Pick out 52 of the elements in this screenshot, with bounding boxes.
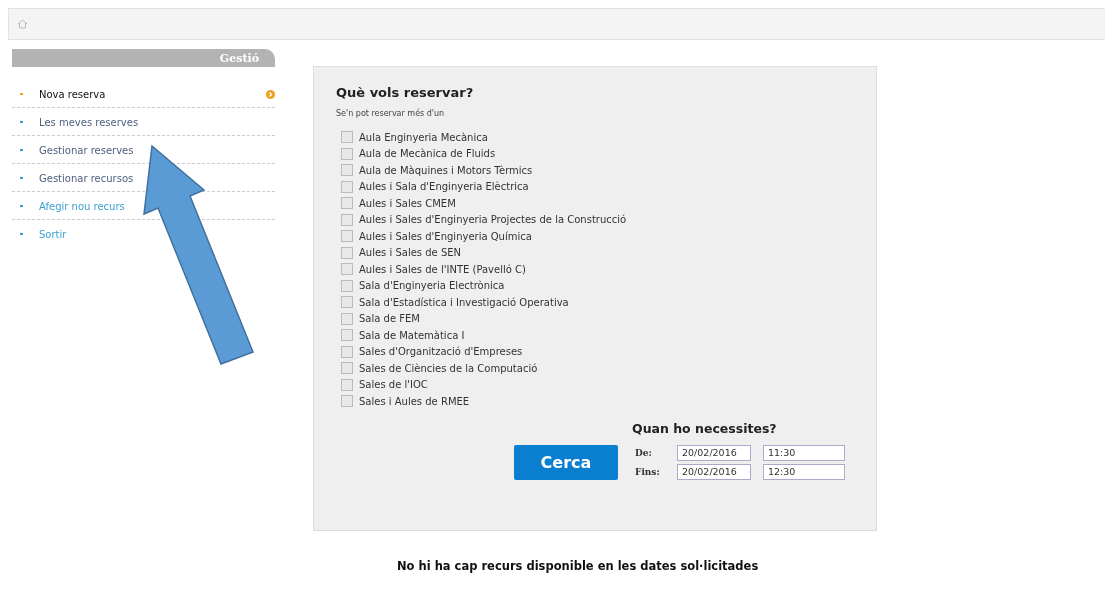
field-label: De: xyxy=(634,447,653,458)
checkbox[interactable] xyxy=(341,197,353,210)
checkbox-label: Aules i Sala d'Enginyeria Elèctrica xyxy=(359,181,529,193)
checkbox-label: Sala de FEM xyxy=(359,313,420,325)
when-title: Quan ho necessites? xyxy=(632,420,778,436)
checkbox[interactable] xyxy=(341,296,353,309)
checkbox[interactable] xyxy=(341,362,353,375)
sidebar-item[interactable]: Nova reserva xyxy=(39,88,266,100)
checkbox-label: Sales d'Organització d'Empreses xyxy=(359,346,523,358)
checkbox-label: Aules i Sales de SEN xyxy=(359,247,462,259)
checkbox[interactable] xyxy=(341,329,353,342)
checkbox-label: Aula de Màquines i Motors Tèrmics xyxy=(359,164,533,176)
checkbox[interactable] xyxy=(341,263,353,276)
checkbox[interactable] xyxy=(341,279,353,292)
search-button[interactable]: Cerca xyxy=(514,444,618,480)
checkbox[interactable] xyxy=(341,147,353,160)
checkbox-label: Aules i Sales d'Enginyeria Química xyxy=(359,230,532,242)
checkbox[interactable] xyxy=(341,345,353,358)
form-title: Què vols reservar? xyxy=(336,85,475,100)
time-field[interactable]: 12:30 xyxy=(763,463,845,480)
sidebar-item[interactable]: Gestionar reserves xyxy=(39,144,275,156)
status-message: No hi ha cap recurs disponible en les dates sol·licitades xyxy=(397,559,760,573)
checkbox-label: Sala d'Estadística i Investigació Operativa xyxy=(359,296,569,308)
time-field[interactable]: 11:30 xyxy=(763,444,845,461)
checkbox-label: Sales i Aules de RMEE xyxy=(359,395,470,407)
checkbox[interactable] xyxy=(341,180,353,193)
checkbox-label: Sala d'Enginyeria Electrònica xyxy=(359,280,505,292)
checkbox-label: Aules i Sales CMEM xyxy=(359,197,456,209)
checkbox[interactable] xyxy=(341,131,353,144)
checkbox-label: Aules i Sales de l'INTE (Pavelló C) xyxy=(359,263,526,275)
form-hint: Se'n pot reservar més d'un xyxy=(336,109,446,118)
home-icon[interactable] xyxy=(17,19,28,29)
checkbox[interactable] xyxy=(341,213,353,226)
sidebar-title: Gestió xyxy=(219,51,259,65)
checkbox-label: Sales de Ciències de la Computació xyxy=(359,362,538,374)
checkbox[interactable] xyxy=(341,312,353,325)
checkbox-label: Sales de l'IOC xyxy=(359,379,428,391)
checkbox[interactable] xyxy=(341,164,353,177)
checkbox-label: Sala de Matemàtica I xyxy=(359,329,465,341)
checkbox[interactable] xyxy=(341,230,353,243)
chevron-icon xyxy=(266,89,275,99)
checkbox-label: Aula Enginyeria Mecànica xyxy=(359,131,488,143)
date-field[interactable]: 20/02/2016 xyxy=(677,463,751,480)
field-label: Fins: xyxy=(634,466,661,477)
checkbox-label: Aula de Mecànica de Fluids xyxy=(359,148,496,160)
checkbox[interactable] xyxy=(341,395,353,408)
sidebar-item[interactable]: Les meves reserves xyxy=(39,116,275,128)
date-field[interactable]: 20/02/2016 xyxy=(677,444,751,461)
checkbox[interactable] xyxy=(341,378,353,391)
sidebar-item[interactable]: Gestionar recursos xyxy=(39,172,275,184)
checkbox[interactable] xyxy=(341,246,353,259)
checkbox-label: Aules i Sales d'Enginyeria Projectes de la Construcció xyxy=(359,214,627,226)
